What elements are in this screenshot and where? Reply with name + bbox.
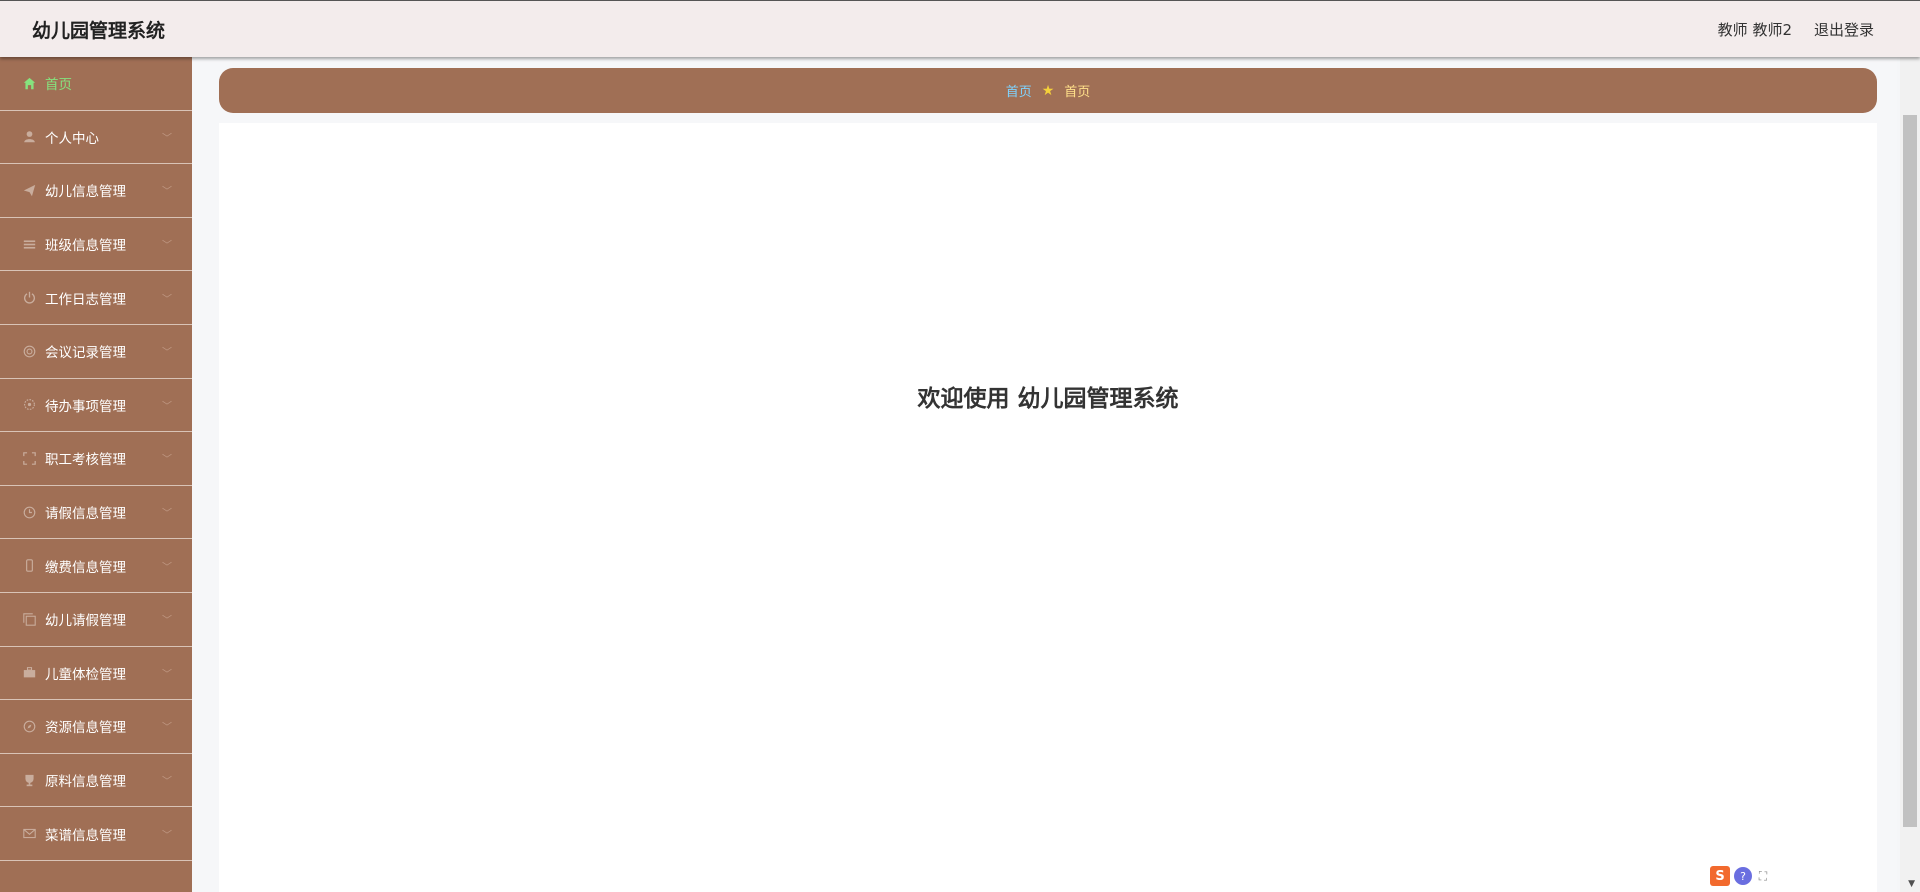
sidebar-item-label: 幼儿请假管理 bbox=[45, 613, 126, 630]
chevron-down-icon: ﹀ bbox=[162, 186, 172, 198]
copy-icon bbox=[22, 612, 36, 626]
sidebar-item-label: 原料信息管理 bbox=[45, 774, 126, 791]
chevron-down-icon: ﹀ bbox=[162, 722, 172, 734]
sidebar-item-label: 资源信息管理 bbox=[45, 720, 126, 737]
breadcrumb: 首页 ★ 首页 bbox=[219, 68, 1877, 113]
welcome-heading: 欢迎使用 幼儿园管理系统 bbox=[917, 386, 1179, 412]
home-icon bbox=[22, 76, 36, 90]
sidebar-item-label: 待办事项管理 bbox=[45, 398, 126, 415]
sidebar-item-label: 首页 bbox=[45, 77, 72, 94]
sidebar-item-recipe-info[interactable]: 菜谱信息管理 ﹀ bbox=[0, 807, 192, 861]
fullscreen-icon[interactable]: ⛶ bbox=[1756, 868, 1770, 884]
sidebar-item-todo[interactable]: 待办事项管理 ﹀ bbox=[0, 379, 192, 433]
help-icon[interactable]: ? bbox=[1734, 867, 1752, 885]
sidebar-item-label: 职工考核管理 bbox=[45, 452, 126, 469]
clock-icon bbox=[22, 505, 36, 519]
compass-icon bbox=[22, 719, 36, 733]
logout-link[interactable]: 退出登录 bbox=[1814, 19, 1874, 40]
frame-icon bbox=[22, 451, 36, 465]
sidebar-item-leave-info[interactable]: 请假信息管理 ﹀ bbox=[0, 486, 192, 540]
list-icon bbox=[22, 237, 36, 251]
content-panel: 欢迎使用 幼儿园管理系统 bbox=[219, 123, 1877, 892]
chevron-down-icon: ﹀ bbox=[162, 294, 172, 306]
briefcase-icon bbox=[22, 666, 36, 680]
chevron-down-icon: ﹀ bbox=[162, 133, 172, 145]
gear-icon bbox=[22, 398, 36, 412]
chevron-down-icon: ﹀ bbox=[162, 615, 172, 627]
sidebar-item-label: 菜谱信息管理 bbox=[45, 827, 126, 844]
trophy-icon bbox=[22, 773, 36, 787]
chevron-down-icon: ﹀ bbox=[162, 401, 172, 413]
sidebar-item-material-info[interactable]: 原料信息管理 ﹀ bbox=[0, 754, 192, 808]
chevron-down-icon: ﹀ bbox=[162, 830, 172, 842]
breadcrumb-home-link[interactable]: 首页 bbox=[1006, 81, 1032, 100]
star-icon: ★ bbox=[1041, 82, 1055, 99]
floating-widget: S ? ⛶ bbox=[1710, 866, 1770, 886]
globe-icon bbox=[22, 344, 36, 358]
sidebar-item-meeting-records[interactable]: 会议记录管理 ﹀ bbox=[0, 325, 192, 379]
sidebar-item-work-log[interactable]: 工作日志管理 ﹀ bbox=[0, 271, 192, 325]
sidebar-item-personal-center[interactable]: 个人中心 ﹀ bbox=[0, 111, 192, 165]
sidebar-item-label: 儿童体检管理 bbox=[45, 666, 126, 683]
app-title: 幼儿园管理系统 bbox=[32, 20, 166, 42]
sidebar-item-label: 请假信息管理 bbox=[45, 506, 126, 523]
sidebar: 首页 个人中心 ﹀ 幼儿信息管理 ﹀ 班级信息管理 ﹀ 工作日志管理 ﹀ 会议记… bbox=[0, 57, 192, 892]
sidebar-item-label: 个人中心 bbox=[45, 130, 99, 147]
chevron-down-icon: ﹀ bbox=[162, 562, 172, 574]
sidebar-item-health-check[interactable]: 儿童体检管理 ﹀ bbox=[0, 647, 192, 701]
sidebar-item-class-info[interactable]: 班级信息管理 ﹀ bbox=[0, 218, 192, 272]
chevron-down-icon: ﹀ bbox=[162, 240, 172, 252]
user-area: 教师 教师2 退出登录 bbox=[1718, 19, 1874, 40]
chevron-down-icon: ﹀ bbox=[162, 669, 172, 681]
sidebar-item-label: 缴费信息管理 bbox=[45, 559, 126, 576]
sidebar-item-label: 班级信息管理 bbox=[45, 238, 126, 255]
power-icon bbox=[22, 291, 36, 305]
breadcrumb-current: 首页 bbox=[1064, 85, 1091, 100]
sidebar-item-label: 工作日志管理 bbox=[45, 291, 126, 308]
user-label: 教师 教师2 bbox=[1717, 21, 1792, 39]
chevron-down-icon: ﹀ bbox=[162, 454, 172, 466]
sidebar-item-staff-assessment[interactable]: 职工考核管理 ﹀ bbox=[0, 432, 192, 486]
chevron-down-icon: ﹀ bbox=[162, 508, 172, 520]
chevron-down-icon: ﹀ bbox=[162, 347, 172, 359]
top-header: 幼儿园管理系统 教师 教师2 退出登录 bbox=[0, 0, 1920, 57]
sidebar-item-label: 会议记录管理 bbox=[45, 345, 126, 362]
chevron-down-icon: ﹀ bbox=[162, 776, 172, 788]
scrollbar[interactable]: ▼ bbox=[1900, 57, 1920, 892]
scroll-down-arrow-icon[interactable]: ▼ bbox=[1908, 879, 1915, 889]
sidebar-item-child-info[interactable]: 幼儿信息管理 ﹀ bbox=[0, 164, 192, 218]
sidebar-item-resource-info[interactable]: 资源信息管理 ﹀ bbox=[0, 700, 192, 754]
phone-icon bbox=[22, 559, 36, 573]
sidebar-item-child-leave[interactable]: 幼儿请假管理 ﹀ bbox=[0, 593, 192, 647]
paper-plane-icon bbox=[22, 183, 36, 197]
sidebar-item-label: 幼儿信息管理 bbox=[45, 184, 126, 201]
user-icon bbox=[22, 130, 36, 144]
sidebar-item-home[interactable]: 首页 bbox=[0, 57, 192, 111]
scrollbar-thumb[interactable] bbox=[1903, 115, 1917, 827]
sidebar-item-payment-info[interactable]: 缴费信息管理 ﹀ bbox=[0, 539, 192, 593]
mail-icon bbox=[22, 827, 36, 841]
s-logo-icon[interactable]: S bbox=[1710, 866, 1730, 886]
